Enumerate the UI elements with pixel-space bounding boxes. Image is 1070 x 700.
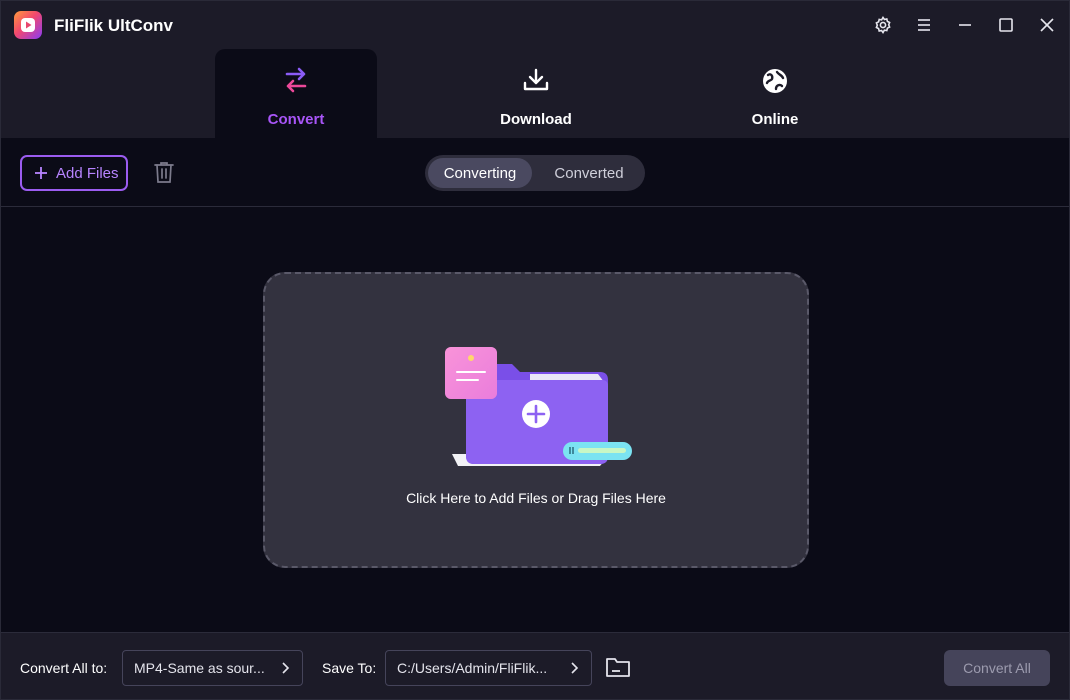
segment-converting[interactable]: Converting xyxy=(428,158,532,188)
app-window: FliFlik UltConv Convert Download Online … xyxy=(0,0,1070,700)
add-folder-illustration-icon xyxy=(440,342,636,477)
tab-convert[interactable]: Convert xyxy=(215,49,377,138)
app-logo-icon xyxy=(14,11,42,39)
add-files-button[interactable]: Add Files xyxy=(20,155,128,191)
open-folder-icon[interactable] xyxy=(605,655,631,684)
tab-online[interactable]: Online xyxy=(694,49,856,138)
bottom-bar: Convert All to: MP4-Same as sour... Save… xyxy=(1,632,1069,699)
title-bar: FliFlik UltConv xyxy=(1,1,1069,49)
convert-all-to-label: Convert All to: xyxy=(20,660,108,676)
save-path-value: C:/Users/Admin/FliFlik... xyxy=(397,660,548,676)
tab-label: Convert xyxy=(267,111,325,128)
chevron-right-icon xyxy=(571,662,579,674)
header: FliFlik UltConv Convert Download Online xyxy=(1,1,1069,138)
convert-arrows-icon xyxy=(282,67,310,98)
menu-icon[interactable] xyxy=(912,13,936,37)
save-to-label: Save To: xyxy=(322,660,377,676)
tab-download[interactable]: Download xyxy=(455,49,617,138)
drop-zone-text: Click Here to Add Files or Drag Files He… xyxy=(406,490,666,506)
close-icon[interactable] xyxy=(1035,13,1059,37)
toolbar: Add Files Converting Converted xyxy=(1,138,1069,207)
trash-icon[interactable] xyxy=(152,160,176,189)
tab-label: Online xyxy=(751,111,799,128)
app-title: FliFlik UltConv xyxy=(54,16,173,35)
plus-icon xyxy=(35,167,47,179)
settings-gear-icon[interactable] xyxy=(871,13,895,37)
globe-icon xyxy=(761,67,789,100)
save-path-select[interactable]: C:/Users/Admin/FliFlik... xyxy=(385,650,592,686)
maximize-icon[interactable] xyxy=(994,13,1018,37)
minimize-icon[interactable] xyxy=(953,13,977,37)
output-format-select[interactable]: MP4-Same as sour... xyxy=(122,650,303,686)
segment-converted[interactable]: Converted xyxy=(535,158,643,188)
convert-all-button[interactable]: Convert All xyxy=(944,650,1050,686)
tab-label: Download xyxy=(500,111,572,128)
converting-converted-toggle: Converting Converted xyxy=(425,155,645,191)
chevron-right-icon xyxy=(282,662,290,674)
add-files-label: Add Files xyxy=(56,164,119,182)
output-format-value: MP4-Same as sour... xyxy=(134,660,265,676)
download-icon xyxy=(522,67,550,98)
file-drop-zone[interactable]: Click Here to Add Files or Drag Files He… xyxy=(263,272,809,568)
